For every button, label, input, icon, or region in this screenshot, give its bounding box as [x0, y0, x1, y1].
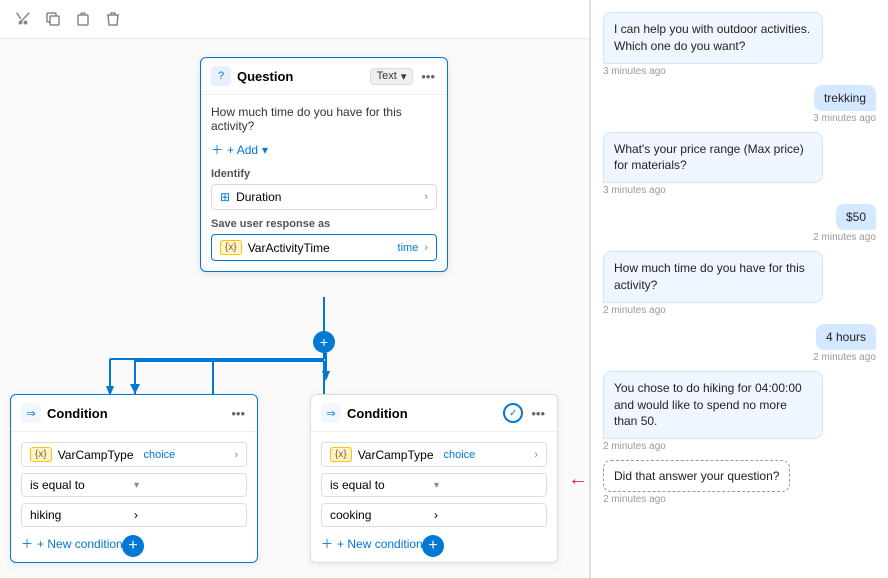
cond-right-dropdown-icon: ▾ [434, 480, 538, 491]
timestamp-3: 3 minutes ago [603, 185, 666, 196]
condition-right-equals-row[interactable]: is equal to ▾ [321, 473, 547, 497]
bot-message-2: What's your price range (Max price) for … [603, 132, 876, 197]
bottom-plus-left[interactable]: + [122, 535, 144, 557]
paste-icon[interactable] [74, 10, 92, 28]
var-badge: {x} [220, 240, 242, 255]
bot-message-1: I can help you with outdoor activities. … [603, 12, 876, 77]
plus-icon: ＋ [21, 535, 33, 552]
copy-icon[interactable] [44, 10, 62, 28]
bot-message-4: You chose to do hiking for 04:00:00 and … [603, 371, 876, 452]
canvas-area: ? Question Text ▾ ••• How much time do y… [0, 39, 589, 575]
user-message-2: $50 2 minutes ago [603, 204, 876, 243]
condition-left-icon: ⇒ [21, 403, 41, 423]
bot-message-3: How much time do you have for this activ… [603, 251, 876, 316]
cond-left-value: hiking [30, 508, 134, 522]
question-icon: ? [211, 66, 231, 86]
add-button[interactable]: ＋ + Add ▾ [211, 141, 437, 158]
timestamp-4: 2 minutes ago [813, 232, 876, 243]
question-node-body: How much time do you have for this activ… [201, 95, 447, 271]
condition-right-menu-button[interactable]: ••• [529, 404, 547, 423]
question-title: Question [237, 69, 364, 84]
cond-left-equals: is equal to [30, 478, 134, 492]
cut-icon[interactable] [14, 10, 32, 28]
delete-icon[interactable] [104, 10, 122, 28]
user-bubble-2: $50 [836, 204, 876, 230]
user-message-3: 4 hours 2 minutes ago [603, 324, 876, 363]
identify-label: Identify [211, 168, 437, 180]
condition-right-var-row[interactable]: {x} VarCampType choice › [321, 442, 547, 467]
plus-icon-right: ＋ [321, 535, 333, 552]
cond-right-value-chevron-icon: › [434, 508, 538, 522]
timestamp-1: 3 minutes ago [603, 66, 666, 77]
timestamp-2: 3 minutes ago [813, 113, 876, 124]
timestamp-7: 2 minutes ago [603, 441, 666, 452]
canvas-panel: ? Question Text ▾ ••• How much time do y… [0, 0, 590, 578]
cond-right-var-type: choice [444, 449, 476, 461]
user-bubble-1: trekking [814, 85, 876, 111]
question-menu-button[interactable]: ••• [419, 67, 437, 86]
cond-left-var-chevron-icon: › [234, 449, 238, 461]
red-arrow-indicator: ← [568, 468, 588, 491]
timestamp-5: 2 minutes ago [603, 305, 666, 316]
cond-left-var-name: VarCampType [58, 448, 134, 462]
condition-left-header: ⇒ Condition ••• [11, 395, 257, 432]
condition-right-header: ⇒ Condition ✓ ••• [311, 395, 557, 432]
condition-right-title: Condition [347, 406, 497, 421]
question-node: ? Question Text ▾ ••• How much time do y… [200, 57, 448, 272]
condition-left-equals-row[interactable]: is equal to ▾ [21, 473, 247, 497]
check-icon: ✓ [503, 403, 523, 423]
user-bubble-3: 4 hours [816, 324, 876, 350]
identify-chevron-icon: › [424, 191, 428, 203]
chat-panel: I can help you with outdoor activities. … [590, 0, 888, 578]
condition-left-value-row[interactable]: hiking › [21, 503, 247, 527]
question-node-header: ? Question Text ▾ ••• [201, 58, 447, 95]
cond-right-var-chevron-icon: › [534, 449, 538, 461]
condition-right-value-row[interactable]: cooking › [321, 503, 547, 527]
condition-right-icon: ⇒ [321, 403, 341, 423]
branch-lines [100, 341, 330, 401]
condition-left-menu-button[interactable]: ••• [229, 404, 247, 423]
bottom-plus-right[interactable]: + [422, 535, 444, 557]
save-chevron-icon: › [424, 242, 428, 254]
bot-message-dashed: Did that answer your question? 2 minutes… [603, 460, 876, 505]
condition-left-var-row[interactable]: {x} VarCampType choice › [21, 442, 247, 467]
cond-right-equals: is equal to [330, 478, 434, 492]
var-type: time [398, 242, 419, 254]
question-text: How much time do you have for this activ… [211, 105, 437, 133]
cond-right-var-badge: {x} [330, 447, 352, 462]
user-message-1: trekking 3 minutes ago [603, 85, 876, 124]
timestamp-8: 2 minutes ago [603, 494, 666, 505]
grid-icon: ⊞ [220, 190, 230, 204]
cond-right-var-name: VarCampType [358, 448, 434, 462]
cond-right-value: cooking [330, 508, 434, 522]
bot-bubble-4: You chose to do hiking for 04:00:00 and … [603, 371, 823, 439]
dashed-bubble: Did that answer your question? [603, 460, 790, 492]
timestamp-6: 2 minutes ago [813, 352, 876, 363]
question-badge[interactable]: Text ▾ [370, 68, 414, 85]
chat-messages: I can help you with outdoor activities. … [591, 0, 888, 578]
save-label: Save user response as [211, 218, 437, 230]
identify-field[interactable]: ⊞ Duration › [211, 184, 437, 210]
bot-bubble-2: What's your price range (Max price) for … [603, 132, 823, 184]
toolbar [0, 0, 589, 39]
condition-left-title: Condition [47, 406, 223, 421]
cond-left-dropdown-icon: ▾ [134, 480, 238, 491]
var-name: VarActivityTime [248, 241, 392, 255]
cond-left-var-badge: {x} [30, 447, 52, 462]
cond-left-var-type: choice [144, 449, 176, 461]
cond-left-value-chevron-icon: › [134, 508, 238, 522]
bot-bubble-3: How much time do you have for this activ… [603, 251, 823, 303]
bot-bubble-1: I can help you with outdoor activities. … [603, 12, 823, 64]
save-field[interactable]: {x} VarActivityTime time › [211, 234, 437, 261]
